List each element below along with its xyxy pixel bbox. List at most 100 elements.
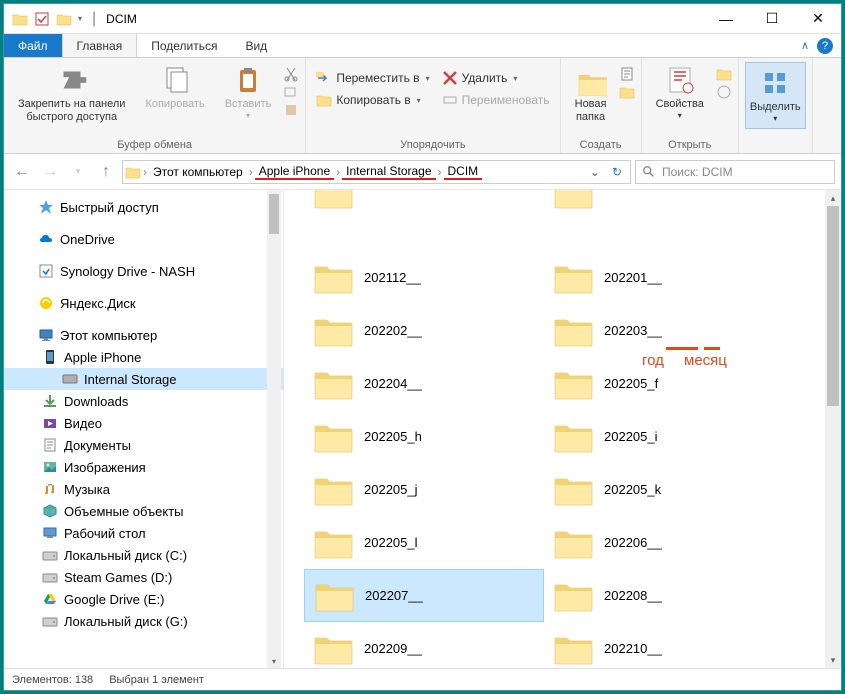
sidebar-disk-e[interactable]: Google Drive (E:) — [4, 588, 283, 610]
explorer-window: ▾ | DCIM — ☐ ✕ Файл Главная Поделиться В… — [3, 3, 842, 691]
nav-up[interactable]: ↑ — [94, 160, 118, 184]
annotation-underline-month — [704, 347, 720, 350]
search-icon — [642, 165, 656, 179]
status-selected: Выбран 1 элемент — [109, 674, 204, 686]
folder-item[interactable] — [304, 190, 544, 219]
sidebar-yadisk[interactable]: Яндекс.Диск — [4, 292, 283, 314]
sidebar-disk-c[interactable]: Локальный диск (C:) — [4, 544, 283, 566]
rename-button[interactable]: Переименовать — [438, 90, 554, 110]
group-clipboard-label: Буфер обмена — [10, 139, 299, 152]
annotation-year-label: год — [642, 352, 664, 369]
sidebar-scrollbar[interactable]: ▴ ▾ — [267, 190, 281, 668]
tab-home[interactable]: Главная — [62, 34, 138, 57]
sidebar-video[interactable]: Видео — [4, 412, 283, 434]
folder-item[interactable]: 202201__ — [544, 251, 784, 304]
select-button[interactable]: Выделить▾ — [745, 62, 806, 129]
sidebar-quick-access[interactable]: Быстрый доступ — [4, 196, 283, 218]
moveto-button[interactable]: Переместить в▾ — [312, 68, 433, 88]
maximize-button[interactable]: ☐ — [749, 4, 795, 34]
nav-forward[interactable]: → — [38, 160, 62, 184]
addr-folder-icon — [125, 164, 141, 180]
group-select-label — [745, 151, 806, 152]
cut-icon[interactable] — [283, 66, 299, 82]
sidebar: Быстрый доступ OneDrive Synology Drive -… — [4, 190, 284, 668]
newfolder-button[interactable]: Новая папка — [567, 62, 615, 126]
copyto-button[interactable]: Копировать в▾ — [312, 90, 433, 110]
sidebar-documents[interactable]: Документы — [4, 434, 283, 456]
sidebar-images[interactable]: Изображения — [4, 456, 283, 478]
menubar: Файл Главная Поделиться Вид ∧ ? — [4, 34, 841, 58]
tab-view[interactable]: Вид — [231, 34, 281, 57]
folder-item[interactable]: 202204__ — [304, 357, 544, 410]
titlebar[interactable]: ▾ | DCIM — ☐ ✕ — [4, 4, 841, 34]
tab-share[interactable]: Поделиться — [137, 34, 231, 57]
pastelink-icon[interactable] — [283, 102, 299, 118]
paste-button[interactable]: Вставить▾ — [217, 62, 280, 123]
sidebar-disk-g[interactable]: Локальный диск (G:) — [4, 610, 283, 632]
folder-item[interactable]: 202205_l — [304, 516, 544, 569]
folder-item[interactable]: 202205_h — [304, 410, 544, 463]
group-open-label: Открыть — [648, 139, 732, 152]
addressbar[interactable]: › Этот компьютер› Apple iPhone› Internal… — [122, 160, 631, 184]
folder-item[interactable]: 202208__ — [544, 569, 784, 622]
folder-item[interactable]: 202205_i — [544, 410, 784, 463]
folder-item[interactable]: 202206__ — [544, 516, 784, 569]
sidebar-3dobjects[interactable]: Объемные объекты — [4, 500, 283, 522]
delete-button[interactable]: Удалить▾ — [438, 68, 554, 88]
group-organize-label: Упорядочить — [312, 139, 553, 152]
folder-item[interactable]: 202205_j — [304, 463, 544, 516]
sidebar-music[interactable]: Музыка — [4, 478, 283, 500]
folder-item[interactable] — [544, 190, 784, 219]
content-area: 202112__202201__202202__202203__202204__… — [284, 190, 841, 668]
addr-refresh[interactable]: ↻ — [606, 165, 628, 179]
sidebar-thispc[interactable]: Этот компьютер — [4, 324, 283, 346]
history-icon[interactable] — [716, 84, 732, 100]
qat-dropdown[interactable]: ▾ — [78, 14, 82, 23]
nav-recent[interactable]: ▾ — [66, 160, 90, 184]
folder-icon — [12, 11, 28, 27]
window-title: DCIM — [106, 12, 137, 26]
statusbar: Элементов: 138 Выбран 1 элемент — [4, 668, 841, 690]
newitem-icon[interactable] — [619, 66, 635, 82]
crumb-dcim[interactable]: DCIM — [444, 164, 483, 180]
crumb-iphone[interactable]: Apple iPhone — [255, 164, 334, 180]
pin-button[interactable]: Закрепить на панели быстрого доступа — [10, 62, 133, 126]
crumb-internal[interactable]: Internal Storage — [342, 164, 435, 180]
sidebar-downloads[interactable]: Downloads — [4, 390, 283, 412]
nav-back[interactable]: ← — [10, 160, 34, 184]
annotation-month-label: месяц — [684, 352, 727, 369]
search-input[interactable]: Поиск: DCIM — [635, 160, 835, 184]
folder-item[interactable]: 202207__ — [304, 569, 544, 622]
sidebar-desktop[interactable]: Рабочий стол — [4, 522, 283, 544]
sidebar-iphone[interactable]: Apple iPhone — [4, 346, 283, 368]
close-button[interactable]: ✕ — [795, 4, 841, 34]
properties-button[interactable]: Свойства▾ — [648, 62, 712, 123]
titlebar-separator: | — [92, 10, 96, 28]
tab-file[interactable]: Файл — [4, 34, 62, 57]
crumb-thispc[interactable]: Этот компьютер — [149, 165, 247, 179]
ribbon: Закрепить на панели быстрого доступа Коп… — [4, 58, 841, 154]
folder-item[interactable]: 202210__ — [544, 622, 784, 668]
addr-dropdown[interactable]: ⌄ — [584, 165, 606, 179]
folder-small-icon — [56, 11, 72, 27]
folder-item[interactable]: 202205_f — [544, 357, 784, 410]
help-icon[interactable]: ? — [817, 38, 833, 54]
qat-icon[interactable] — [34, 11, 50, 27]
easyaccess-icon[interactable] — [619, 84, 635, 100]
open-icon[interactable] — [716, 66, 732, 82]
sidebar-onedrive[interactable]: OneDrive — [4, 228, 283, 250]
copypath-icon[interactable] — [283, 84, 299, 100]
group-new-label: Создать — [567, 139, 635, 152]
minimize-button[interactable]: — — [703, 4, 749, 34]
folder-item[interactable]: 202203__ — [544, 304, 784, 357]
copy-button[interactable]: Копировать — [137, 62, 212, 113]
content-scrollbar[interactable]: ▴ ▾ — [825, 190, 841, 668]
folder-item[interactable]: 202202__ — [304, 304, 544, 357]
folder-item[interactable]: 202205_k — [544, 463, 784, 516]
sidebar-synology[interactable]: Synology Drive - NASH — [4, 260, 283, 282]
sidebar-internal-storage[interactable]: Internal Storage — [4, 368, 283, 390]
sidebar-disk-d[interactable]: Steam Games (D:) — [4, 566, 283, 588]
folder-item[interactable]: 202209__ — [304, 622, 544, 668]
ribbon-collapse[interactable]: ∧ — [801, 39, 809, 52]
folder-item[interactable]: 202112__ — [304, 251, 544, 304]
